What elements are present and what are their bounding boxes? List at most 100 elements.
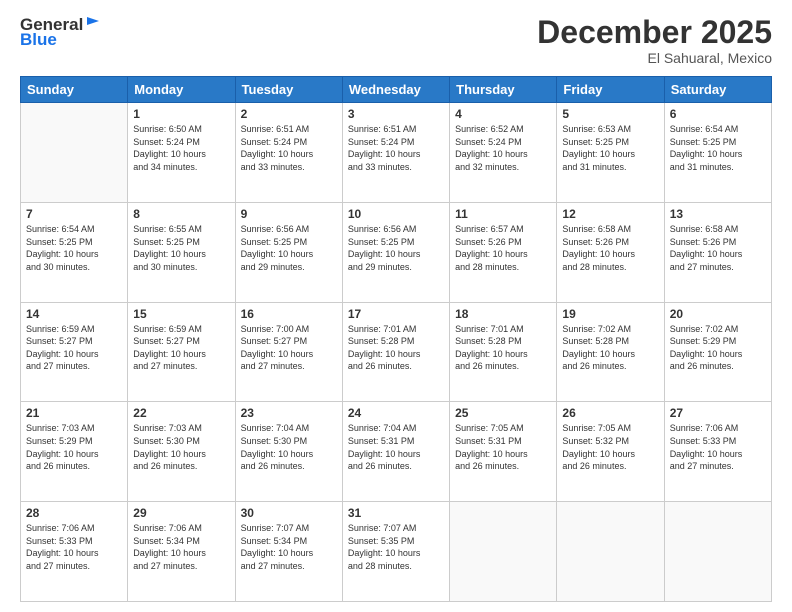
logo-flag-icon [85, 15, 103, 33]
table-row: 6 Sunrise: 6:54 AM Sunset: 5:25 PM Daylig… [664, 103, 771, 203]
day-number: 4 [455, 107, 551, 121]
title-block: December 2025 El Sahuaral, Mexico [537, 15, 772, 66]
table-row: 28 Sunrise: 7:06 AM Sunset: 5:33 PM Dayli… [21, 502, 128, 602]
day-info: Sunrise: 6:58 AM Sunset: 5:26 PM Dayligh… [562, 223, 658, 273]
day-info: Sunrise: 7:07 AM Sunset: 5:34 PM Dayligh… [241, 522, 337, 572]
table-row: 29Sunrise: 7:06 AM Sunset: 5:34 PM Dayli… [128, 502, 235, 602]
table-row: 23 Sunrise: 7:04 AM Sunset: 5:30 PM Dayli… [235, 402, 342, 502]
table-row: 9Sunrise: 6:56 AM Sunset: 5:25 PM Daylig… [235, 202, 342, 302]
day-info: Sunrise: 6:51 AM Sunset: 5:24 PM Dayligh… [241, 123, 337, 173]
day-info: Sunrise: 7:04 AM Sunset: 5:30 PM Dayligh… [241, 422, 337, 472]
table-row [664, 502, 771, 602]
day-info: Sunrise: 7:05 AM Sunset: 5:31 PM Dayligh… [455, 422, 551, 472]
table-row: 17 Sunrise: 7:01 AM Sunset: 5:28 PM Dayli… [342, 302, 449, 402]
day-info: Sunrise: 6:56 AM Sunset: 5:25 PM Dayligh… [241, 223, 337, 273]
day-number: 18 [455, 307, 551, 321]
day-number: 30 [241, 506, 337, 520]
day-number: 7 [26, 207, 122, 221]
table-row: 10Sunrise: 6:56 AM Sunset: 5:25 PM Dayli… [342, 202, 449, 302]
day-info: Sunrise: 6:59 AM Sunset: 5:27 PM Dayligh… [133, 323, 229, 373]
day-info: Sunrise: 6:52 AM Sunset: 5:24 PM Dayligh… [455, 123, 551, 173]
day-info: Sunrise: 6:53 AM Sunset: 5:25 PM Dayligh… [562, 123, 658, 173]
day-info: Sunrise: 7:06 AM Sunset: 5:33 PM Dayligh… [26, 522, 122, 572]
col-monday: Monday [128, 77, 235, 103]
day-info: Sunrise: 7:06 AM Sunset: 5:33 PM Dayligh… [670, 422, 766, 472]
col-wednesday: Wednesday [342, 77, 449, 103]
day-number: 28 [26, 506, 122, 520]
day-number: 22 [133, 406, 229, 420]
day-info: Sunrise: 7:01 AM Sunset: 5:28 PM Dayligh… [348, 323, 444, 373]
day-info: Sunrise: 7:02 AM Sunset: 5:28 PM Dayligh… [562, 323, 658, 373]
logo: General Blue [20, 15, 103, 50]
table-row: 21 Sunrise: 7:03 AM Sunset: 5:29 PM Dayli… [21, 402, 128, 502]
day-number: 15 [133, 307, 229, 321]
day-number: 27 [670, 406, 766, 420]
day-info: Sunrise: 7:06 AM Sunset: 5:34 PM Dayligh… [133, 522, 229, 572]
calendar-week-row: 14 Sunrise: 6:59 AM Sunset: 5:27 PM Dayli… [21, 302, 772, 402]
table-row: 30 Sunrise: 7:07 AM Sunset: 5:34 PM Dayli… [235, 502, 342, 602]
day-number: 17 [348, 307, 444, 321]
table-row [450, 502, 557, 602]
day-number: 6 [670, 107, 766, 121]
table-row: 7 Sunrise: 6:54 AM Sunset: 5:25 PM Daylig… [21, 202, 128, 302]
table-row: 26 Sunrise: 7:05 AM Sunset: 5:32 PM Dayli… [557, 402, 664, 502]
table-row: 11 Sunrise: 6:57 AM Sunset: 5:26 PM Dayli… [450, 202, 557, 302]
day-number: 11 [455, 207, 551, 221]
day-info: Sunrise: 6:54 AM Sunset: 5:25 PM Dayligh… [670, 123, 766, 173]
calendar-week-row: 21 Sunrise: 7:03 AM Sunset: 5:29 PM Dayli… [21, 402, 772, 502]
day-number: 13 [670, 207, 766, 221]
table-row: 25Sunrise: 7:05 AM Sunset: 5:31 PM Dayli… [450, 402, 557, 502]
table-row: 27 Sunrise: 7:06 AM Sunset: 5:33 PM Dayli… [664, 402, 771, 502]
table-row: 31Sunrise: 7:07 AM Sunset: 5:35 PM Dayli… [342, 502, 449, 602]
table-row [557, 502, 664, 602]
day-info: Sunrise: 7:05 AM Sunset: 5:32 PM Dayligh… [562, 422, 658, 472]
day-info: Sunrise: 6:57 AM Sunset: 5:26 PM Dayligh… [455, 223, 551, 273]
header-row: Sunday Monday Tuesday Wednesday Thursday… [21, 77, 772, 103]
day-info: Sunrise: 6:51 AM Sunset: 5:24 PM Dayligh… [348, 123, 444, 173]
calendar-week-row: 28 Sunrise: 7:06 AM Sunset: 5:33 PM Dayli… [21, 502, 772, 602]
day-info: Sunrise: 7:04 AM Sunset: 5:31 PM Dayligh… [348, 422, 444, 472]
day-number: 12 [562, 207, 658, 221]
month-title: December 2025 [537, 15, 772, 50]
day-number: 10 [348, 207, 444, 221]
day-info: Sunrise: 6:55 AM Sunset: 5:25 PM Dayligh… [133, 223, 229, 273]
calendar-week-row: 1Sunrise: 6:50 AM Sunset: 5:24 PM Daylig… [21, 103, 772, 203]
table-row: 4 Sunrise: 6:52 AM Sunset: 5:24 PM Daylig… [450, 103, 557, 203]
table-row [21, 103, 128, 203]
table-row: 5Sunrise: 6:53 AM Sunset: 5:25 PM Daylig… [557, 103, 664, 203]
col-saturday: Saturday [664, 77, 771, 103]
day-info: Sunrise: 6:54 AM Sunset: 5:25 PM Dayligh… [26, 223, 122, 273]
table-row: 13 Sunrise: 6:58 AM Sunset: 5:26 PM Dayli… [664, 202, 771, 302]
table-row: 16Sunrise: 7:00 AM Sunset: 5:27 PM Dayli… [235, 302, 342, 402]
col-friday: Friday [557, 77, 664, 103]
day-info: Sunrise: 6:58 AM Sunset: 5:26 PM Dayligh… [670, 223, 766, 273]
day-number: 14 [26, 307, 122, 321]
table-row: 20 Sunrise: 7:02 AM Sunset: 5:29 PM Dayli… [664, 302, 771, 402]
table-row: 18 Sunrise: 7:01 AM Sunset: 5:28 PM Dayli… [450, 302, 557, 402]
day-number: 19 [562, 307, 658, 321]
table-row: 3 Sunrise: 6:51 AM Sunset: 5:24 PM Daylig… [342, 103, 449, 203]
table-row: 19 Sunrise: 7:02 AM Sunset: 5:28 PM Dayli… [557, 302, 664, 402]
day-number: 1 [133, 107, 229, 121]
calendar-table: Sunday Monday Tuesday Wednesday Thursday… [20, 76, 772, 602]
col-sunday: Sunday [21, 77, 128, 103]
day-number: 3 [348, 107, 444, 121]
day-number: 20 [670, 307, 766, 321]
day-number: 16 [241, 307, 337, 321]
day-info: Sunrise: 7:02 AM Sunset: 5:29 PM Dayligh… [670, 323, 766, 373]
day-info: Sunrise: 7:03 AM Sunset: 5:29 PM Dayligh… [26, 422, 122, 472]
page: General Blue December 2025 El Sahuaral, … [0, 0, 792, 612]
location-subtitle: El Sahuaral, Mexico [537, 50, 772, 66]
day-number: 23 [241, 406, 337, 420]
day-number: 24 [348, 406, 444, 420]
table-row: 24 Sunrise: 7:04 AM Sunset: 5:31 PM Dayli… [342, 402, 449, 502]
table-row: 8Sunrise: 6:55 AM Sunset: 5:25 PM Daylig… [128, 202, 235, 302]
col-thursday: Thursday [450, 77, 557, 103]
day-info: Sunrise: 7:01 AM Sunset: 5:28 PM Dayligh… [455, 323, 551, 373]
table-row: 2Sunrise: 6:51 AM Sunset: 5:24 PM Daylig… [235, 103, 342, 203]
logo-text-blue: Blue [20, 31, 57, 50]
day-number: 26 [562, 406, 658, 420]
col-tuesday: Tuesday [235, 77, 342, 103]
day-number: 31 [348, 506, 444, 520]
day-number: 21 [26, 406, 122, 420]
